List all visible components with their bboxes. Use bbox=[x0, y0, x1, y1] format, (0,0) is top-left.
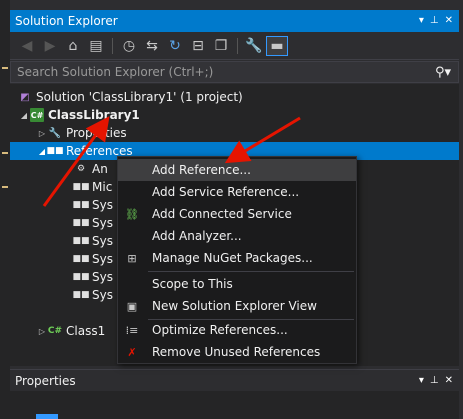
tree-item-label: Sys bbox=[92, 234, 113, 248]
menu-item-add-service-reference[interactable]: Add Service Reference... bbox=[118, 181, 356, 203]
editor-margin-strip bbox=[0, 0, 10, 419]
connected-service-icon: ⛓ bbox=[125, 207, 139, 221]
tree-item-label: Mic bbox=[92, 180, 113, 194]
assembly-reference-icon: ■■ bbox=[72, 218, 90, 228]
optimize-icon: ⁞≡ bbox=[125, 323, 139, 337]
nuget-icon: ⊞ bbox=[127, 251, 137, 265]
analyzer-icon: ⚙ bbox=[76, 164, 86, 174]
sync-icon[interactable]: ⇆ bbox=[141, 35, 163, 57]
search-input[interactable]: Search Solution Explorer (Ctrl+;) bbox=[17, 65, 213, 79]
menu-item-add-analyzer[interactable]: Add Analyzer... bbox=[118, 225, 356, 247]
expanded-arrow-icon[interactable]: ◢ bbox=[18, 111, 30, 120]
margin-marker bbox=[2, 152, 8, 154]
collapse-all-icon[interactable]: ⊟ bbox=[187, 35, 209, 57]
back-icon[interactable]: ◀ bbox=[16, 35, 38, 57]
margin-marker bbox=[2, 186, 8, 188]
menu-item-scope-to-this[interactable]: Scope to This bbox=[118, 273, 356, 295]
tree-item-label: Class1 bbox=[66, 324, 106, 338]
tree-item-solution[interactable]: ◩ Solution 'ClassLibrary1' (1 project) bbox=[10, 88, 459, 106]
tree-item-label: ClassLibrary1 bbox=[48, 108, 140, 122]
tree-item-label: Sys bbox=[92, 252, 113, 266]
close-icon[interactable]: ✕ bbox=[445, 375, 453, 386]
properties-title: Properties bbox=[15, 373, 76, 388]
search-icon[interactable]: ⚲▾ bbox=[428, 65, 458, 80]
search-box[interactable]: Search Solution Explorer (Ctrl+;) ⚲▾ bbox=[10, 61, 459, 83]
auto-hide-pin-icon[interactable]: ⊥ bbox=[430, 375, 439, 386]
collapsed-arrow-icon[interactable]: ▷ bbox=[36, 327, 48, 336]
show-all-files-icon[interactable]: ❐ bbox=[210, 35, 232, 57]
menu-item-remove-unused-references[interactable]: ✗ Remove Unused References bbox=[118, 341, 356, 363]
window-position-dropdown-icon[interactable]: ▾ bbox=[419, 16, 424, 26]
margin-marker bbox=[2, 67, 8, 69]
assembly-reference-icon: ■■ bbox=[72, 254, 90, 264]
tree-item-label: Sys bbox=[92, 216, 113, 230]
solution-icon: ◩ bbox=[20, 91, 30, 103]
csharp-project-icon: C# bbox=[30, 108, 44, 122]
assembly-reference-icon: ■■ bbox=[72, 200, 90, 210]
forward-icon[interactable]: ▶ bbox=[39, 35, 61, 57]
solution-explorer-title-bar[interactable]: Solution Explorer ▾ ⊥ ✕ bbox=[10, 10, 459, 32]
assembly-reference-icon: ■■ bbox=[72, 236, 90, 246]
solution-explorer-title: Solution Explorer bbox=[15, 14, 118, 28]
csharp-file-icon: C# bbox=[47, 326, 63, 336]
references-icon: ■■ bbox=[46, 146, 64, 156]
properties-title-bar[interactable]: Properties ▾ ⊥ ✕ bbox=[10, 369, 459, 391]
menu-item-new-solution-explorer-view[interactable]: ▣ New Solution Explorer View bbox=[118, 295, 356, 317]
menu-item-optimize-references[interactable]: ⁞≡ Optimize References... bbox=[118, 319, 356, 341]
properties-toolbar-button[interactable] bbox=[36, 414, 58, 419]
tree-item-label: Sys bbox=[92, 270, 113, 284]
collapsed-arrow-icon[interactable]: ▷ bbox=[36, 129, 48, 138]
assembly-reference-icon: ■■ bbox=[72, 182, 90, 192]
home-icon[interactable]: ⌂ bbox=[62, 35, 84, 57]
close-icon[interactable]: ✕ bbox=[445, 16, 453, 26]
tree-item-project[interactable]: ◢ C# ClassLibrary1 bbox=[10, 106, 459, 124]
references-context-menu: Add Reference... Add Service Reference..… bbox=[117, 156, 357, 364]
toolbar-separator bbox=[237, 37, 238, 54]
toolbar-separator bbox=[112, 37, 113, 54]
refresh-icon[interactable]: ↻ bbox=[164, 35, 186, 57]
solution-explorer-toolbar: ◀ ▶ ⌂ ▤ ◷ ⇆ ↻ ⊟ ❐ 🔧 ▬ bbox=[10, 32, 459, 60]
menu-item-manage-nuget[interactable]: ⊞ Manage NuGet Packages... bbox=[118, 247, 356, 269]
menu-item-add-reference[interactable]: Add Reference... bbox=[118, 159, 356, 181]
new-view-icon: ▣ bbox=[126, 299, 138, 313]
properties-panel bbox=[10, 391, 459, 419]
properties-icon[interactable]: 🔧 bbox=[243, 35, 265, 57]
menu-separator bbox=[148, 271, 354, 272]
window-position-dropdown-icon[interactable]: ▾ bbox=[419, 375, 424, 386]
wrench-icon: 🔧 bbox=[48, 127, 62, 139]
menu-item-add-connected-service[interactable]: ⛓ Add Connected Service bbox=[118, 203, 356, 225]
tree-item-label: An bbox=[92, 162, 108, 176]
auto-hide-pin-icon[interactable]: ⊥ bbox=[430, 16, 439, 26]
assembly-reference-icon: ■■ bbox=[72, 290, 90, 300]
switch-views-icon[interactable]: ▤ bbox=[85, 35, 107, 57]
assembly-reference-icon: ■■ bbox=[72, 272, 90, 282]
remove-unused-icon: ✗ bbox=[127, 345, 137, 359]
tree-item-label: Sys bbox=[92, 288, 113, 302]
tree-item-label: Properties bbox=[66, 126, 127, 140]
tree-item-properties[interactable]: ▷ 🔧 Properties bbox=[10, 124, 459, 142]
tree-item-label: Solution 'ClassLibrary1' (1 project) bbox=[36, 90, 243, 104]
preview-icon[interactable]: ▬ bbox=[266, 35, 288, 56]
history-icon[interactable]: ◷ bbox=[118, 35, 140, 57]
tree-item-label: Sys bbox=[92, 198, 113, 212]
